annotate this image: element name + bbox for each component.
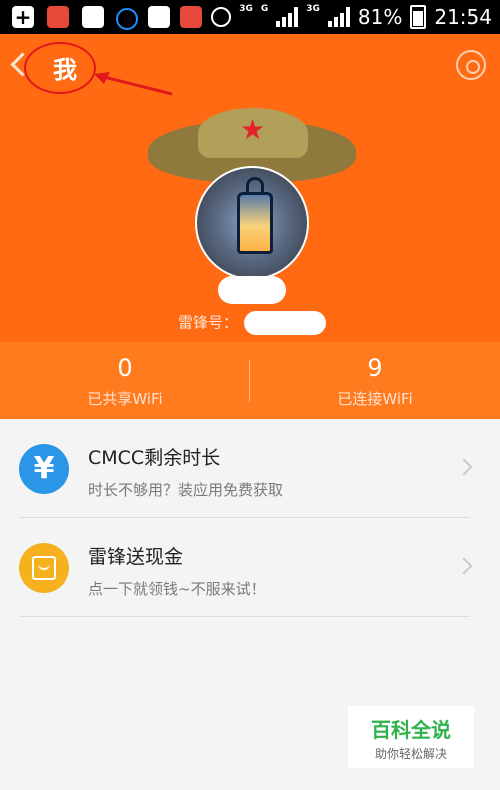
watermark-tagline: 助你轻松解决 <box>374 747 447 761</box>
shared-wifi-label: 已共享WiFi <box>87 390 163 408</box>
star-icon: ★ <box>240 113 266 146</box>
signal-icon <box>276 7 299 27</box>
shared-wifi-stat[interactable]: 0 已共享WiFi <box>0 354 250 409</box>
profile-header: 我 ★ 雷锋号： <box>0 34 500 342</box>
clock: 21:54 <box>434 5 492 29</box>
app-notification-icon <box>47 6 69 28</box>
red-envelope-icon <box>19 543 69 593</box>
list-item-subtitle: 时长不够用？装应用免费获取 <box>88 481 284 499</box>
chevron-right-icon <box>455 557 473 575</box>
watermark-brand: 百科全说 <box>371 718 451 742</box>
shared-wifi-count: 0 <box>117 354 133 382</box>
list-item-title: CMCC剩余时长 <box>88 447 221 469</box>
list-item-title: 雷锋送现金 <box>88 546 184 568</box>
yen-icon: ¥ <box>19 444 69 494</box>
menu-list: ¥ CMCC剩余时长 时长不够用？装应用免费获取 雷锋送现金 点一下就领钱~不服… <box>0 419 500 617</box>
annotation-arrow <box>94 72 173 96</box>
watermark: 百科全说 助你轻松解决 <box>348 706 474 768</box>
battery-percent: 81% <box>357 5 403 29</box>
headset-icon <box>116 8 138 30</box>
image-icon <box>82 6 104 28</box>
user-id-row: 雷锋号： <box>178 311 327 335</box>
list-item-cash[interactable]: 雷锋送现金 点一下就领钱~不服来试！ <box>0 518 500 617</box>
settings-icon[interactable] <box>456 50 486 80</box>
alarm-icon <box>211 7 232 27</box>
stats-bar: 0 已共享WiFi 9 已连接WiFi <box>0 342 500 419</box>
connected-wifi-label: 已连接WiFi <box>337 390 413 408</box>
app-notification-icon <box>180 6 202 28</box>
list-item-subtitle: 点一下就领钱~不服来试！ <box>88 580 266 598</box>
connected-wifi-count: 9 <box>367 354 383 382</box>
user-id-redacted <box>244 311 327 335</box>
avatar[interactable] <box>195 166 309 280</box>
network-type-1: 3G <box>239 4 253 14</box>
network-type-3: 3G <box>306 4 320 14</box>
annotation-circle <box>24 42 96 94</box>
username-redacted <box>218 276 286 304</box>
chevron-right-icon <box>455 458 473 476</box>
lantern-image <box>237 177 273 254</box>
divider <box>19 616 470 617</box>
network-type-2: G <box>260 4 269 14</box>
list-item-cmcc[interactable]: ¥ CMCC剩余时长 时长不够用？装应用免费获取 <box>0 419 500 518</box>
battery-icon <box>410 5 427 29</box>
add-icon: + <box>12 6 34 28</box>
user-id-label: 雷锋号： <box>178 313 239 332</box>
signal-icon <box>327 7 350 27</box>
inbox-icon <box>148 6 170 28</box>
connected-wifi-stat[interactable]: 9 已连接WiFi <box>250 354 500 409</box>
status-bar: + 3G G 3G 81% 21:54 <box>0 0 500 34</box>
